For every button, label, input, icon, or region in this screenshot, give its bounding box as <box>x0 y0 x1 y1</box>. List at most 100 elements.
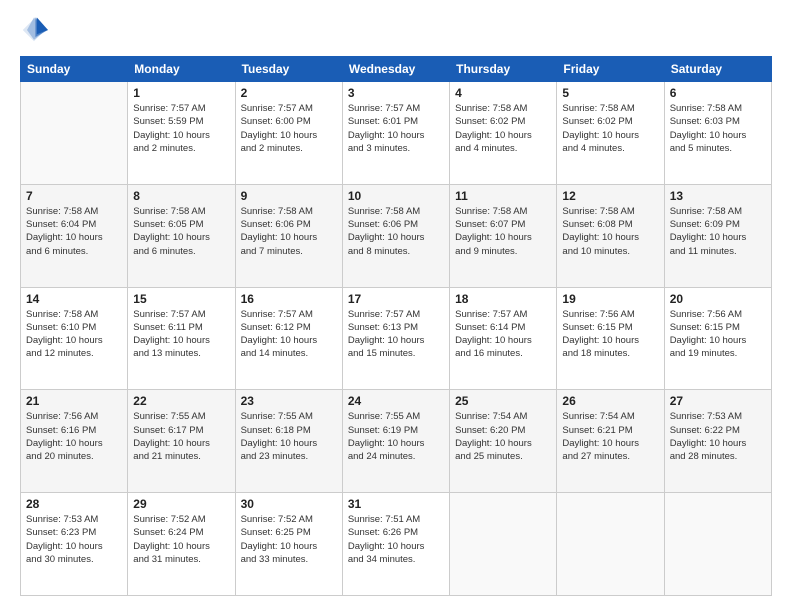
header-tuesday: Tuesday <box>235 57 342 82</box>
calendar-day-cell: 15Sunrise: 7:57 AMSunset: 6:11 PMDayligh… <box>128 287 235 390</box>
day-number: 17 <box>348 292 444 306</box>
day-number: 12 <box>562 189 658 203</box>
calendar-day-cell: 22Sunrise: 7:55 AMSunset: 6:17 PMDayligh… <box>128 390 235 493</box>
day-info: Sunrise: 7:52 AMSunset: 6:24 PMDaylight:… <box>133 513 229 566</box>
logo <box>20 16 52 44</box>
day-info: Sunrise: 7:58 AMSunset: 6:02 PMDaylight:… <box>562 102 658 155</box>
day-number: 5 <box>562 86 658 100</box>
day-number: 22 <box>133 394 229 408</box>
day-number: 23 <box>241 394 337 408</box>
calendar-day-cell: 17Sunrise: 7:57 AMSunset: 6:13 PMDayligh… <box>342 287 449 390</box>
calendar-day-cell: 21 Sunrise: 7:56 AMSunset: 6:16 PMDayligh… <box>21 390 128 493</box>
day-number: 18 <box>455 292 551 306</box>
calendar-day-cell: 28 Sunrise: 7:53 AMSunset: 6:23 PMDayligh… <box>21 493 128 596</box>
logo-icon <box>20 16 48 44</box>
calendar-day-cell: 29Sunrise: 7:52 AMSunset: 6:24 PMDayligh… <box>128 493 235 596</box>
calendar-day-cell: 14Sunrise: 7:58 AMSunset: 6:10 PMDayligh… <box>21 287 128 390</box>
calendar-day-cell: 11 Sunrise: 7:58 AMSunset: 6:07 PMDayligh… <box>450 184 557 287</box>
calendar-week-row: 28 Sunrise: 7:53 AMSunset: 6:23 PMDayligh… <box>21 493 772 596</box>
day-number: 9 <box>241 189 337 203</box>
calendar-day-cell: 16 Sunrise: 7:57 AMSunset: 6:12 PMDayligh… <box>235 287 342 390</box>
calendar-day-cell: 31 Sunrise: 7:51 AMSunset: 6:26 PMDayligh… <box>342 493 449 596</box>
calendar-day-cell: 27 Sunrise: 7:53 AMSunset: 6:22 PMDayligh… <box>664 390 771 493</box>
day-info: Sunrise: 7:58 AMSunset: 6:09 PMDaylight:… <box>670 205 766 258</box>
day-info: Sunrise: 7:57 AMSunset: 6:01 PMDaylight:… <box>348 102 444 155</box>
day-info: Sunrise: 7:55 AMSunset: 6:18 PMDaylight:… <box>241 410 337 463</box>
day-info: Sunrise: 7:52 AMSunset: 6:25 PMDaylight:… <box>241 513 337 566</box>
day-number: 3 <box>348 86 444 100</box>
calendar-week-row: 7Sunrise: 7:58 AMSunset: 6:04 PMDaylight… <box>21 184 772 287</box>
calendar-week-row: 14Sunrise: 7:58 AMSunset: 6:10 PMDayligh… <box>21 287 772 390</box>
day-number: 16 <box>241 292 337 306</box>
day-number: 13 <box>670 189 766 203</box>
day-number: 31 <box>348 497 444 511</box>
calendar: SundayMondayTuesdayWednesdayThursdayFrid… <box>20 56 772 596</box>
calendar-day-cell: 13 Sunrise: 7:58 AMSunset: 6:09 PMDayligh… <box>664 184 771 287</box>
calendar-day-cell: 4 Sunrise: 7:58 AMSunset: 6:02 PMDaylight… <box>450 82 557 185</box>
calendar-day-cell: 23 Sunrise: 7:55 AMSunset: 6:18 PMDayligh… <box>235 390 342 493</box>
day-number: 25 <box>455 394 551 408</box>
day-info: Sunrise: 7:54 AMSunset: 6:21 PMDaylight:… <box>562 410 658 463</box>
header-sunday: Sunday <box>21 57 128 82</box>
calendar-day-cell <box>21 82 128 185</box>
calendar-header-row: SundayMondayTuesdayWednesdayThursdayFrid… <box>21 57 772 82</box>
calendar-day-cell: 24 Sunrise: 7:55 AMSunset: 6:19 PMDayligh… <box>342 390 449 493</box>
day-number: 30 <box>241 497 337 511</box>
day-info: Sunrise: 7:56 AMSunset: 6:16 PMDaylight:… <box>26 410 122 463</box>
day-info: Sunrise: 7:58 AMSunset: 6:07 PMDaylight:… <box>455 205 551 258</box>
header-saturday: Saturday <box>664 57 771 82</box>
calendar-day-cell: 2Sunrise: 7:57 AMSunset: 6:00 PMDaylight… <box>235 82 342 185</box>
day-info: Sunrise: 7:53 AMSunset: 6:22 PMDaylight:… <box>670 410 766 463</box>
day-number: 21 <box>26 394 122 408</box>
day-info: Sunrise: 7:58 AMSunset: 6:02 PMDaylight:… <box>455 102 551 155</box>
day-number: 11 <box>455 189 551 203</box>
day-info: Sunrise: 7:56 AMSunset: 6:15 PMDaylight:… <box>670 308 766 361</box>
calendar-day-cell: 26 Sunrise: 7:54 AMSunset: 6:21 PMDayligh… <box>557 390 664 493</box>
day-info: Sunrise: 7:58 AMSunset: 6:08 PMDaylight:… <box>562 205 658 258</box>
calendar-day-cell: 1Sunrise: 7:57 AMSunset: 5:59 PMDaylight… <box>128 82 235 185</box>
day-number: 27 <box>670 394 766 408</box>
day-info: Sunrise: 7:55 AMSunset: 6:19 PMDaylight:… <box>348 410 444 463</box>
day-info: Sunrise: 7:58 AMSunset: 6:06 PMDaylight:… <box>241 205 337 258</box>
calendar-day-cell: 30 Sunrise: 7:52 AMSunset: 6:25 PMDayligh… <box>235 493 342 596</box>
day-info: Sunrise: 7:58 AMSunset: 6:06 PMDaylight:… <box>348 205 444 258</box>
day-info: Sunrise: 7:58 AMSunset: 6:03 PMDaylight:… <box>670 102 766 155</box>
day-number: 20 <box>670 292 766 306</box>
calendar-day-cell: 18Sunrise: 7:57 AMSunset: 6:14 PMDayligh… <box>450 287 557 390</box>
calendar-day-cell: 10Sunrise: 7:58 AMSunset: 6:06 PMDayligh… <box>342 184 449 287</box>
day-number: 28 <box>26 497 122 511</box>
day-info: Sunrise: 7:53 AMSunset: 6:23 PMDaylight:… <box>26 513 122 566</box>
day-info: Sunrise: 7:58 AMSunset: 6:05 PMDaylight:… <box>133 205 229 258</box>
calendar-day-cell: 5 Sunrise: 7:58 AMSunset: 6:02 PMDaylight… <box>557 82 664 185</box>
day-info: Sunrise: 7:57 AMSunset: 6:12 PMDaylight:… <box>241 308 337 361</box>
calendar-week-row: 1Sunrise: 7:57 AMSunset: 5:59 PMDaylight… <box>21 82 772 185</box>
day-info: Sunrise: 7:56 AMSunset: 6:15 PMDaylight:… <box>562 308 658 361</box>
day-info: Sunrise: 7:57 AMSunset: 6:11 PMDaylight:… <box>133 308 229 361</box>
day-number: 1 <box>133 86 229 100</box>
day-number: 26 <box>562 394 658 408</box>
day-number: 8 <box>133 189 229 203</box>
day-info: Sunrise: 7:58 AMSunset: 6:10 PMDaylight:… <box>26 308 122 361</box>
calendar-day-cell: 3 Sunrise: 7:57 AMSunset: 6:01 PMDaylight… <box>342 82 449 185</box>
calendar-day-cell: 12 Sunrise: 7:58 AMSunset: 6:08 PMDayligh… <box>557 184 664 287</box>
day-info: Sunrise: 7:51 AMSunset: 6:26 PMDaylight:… <box>348 513 444 566</box>
day-number: 24 <box>348 394 444 408</box>
calendar-day-cell: 9 Sunrise: 7:58 AMSunset: 6:06 PMDaylight… <box>235 184 342 287</box>
day-number: 2 <box>241 86 337 100</box>
day-number: 4 <box>455 86 551 100</box>
calendar-day-cell: 7Sunrise: 7:58 AMSunset: 6:04 PMDaylight… <box>21 184 128 287</box>
calendar-day-cell: 8 Sunrise: 7:58 AMSunset: 6:05 PMDaylight… <box>128 184 235 287</box>
calendar-day-cell: 19 Sunrise: 7:56 AMSunset: 6:15 PMDayligh… <box>557 287 664 390</box>
calendar-day-cell <box>557 493 664 596</box>
header <box>20 16 772 44</box>
header-monday: Monday <box>128 57 235 82</box>
day-number: 7 <box>26 189 122 203</box>
calendar-day-cell <box>450 493 557 596</box>
day-number: 19 <box>562 292 658 306</box>
calendar-day-cell: 25 Sunrise: 7:54 AMSunset: 6:20 PMDayligh… <box>450 390 557 493</box>
header-thursday: Thursday <box>450 57 557 82</box>
header-wednesday: Wednesday <box>342 57 449 82</box>
calendar-day-cell: 20 Sunrise: 7:56 AMSunset: 6:15 PMDayligh… <box>664 287 771 390</box>
day-info: Sunrise: 7:54 AMSunset: 6:20 PMDaylight:… <box>455 410 551 463</box>
header-friday: Friday <box>557 57 664 82</box>
